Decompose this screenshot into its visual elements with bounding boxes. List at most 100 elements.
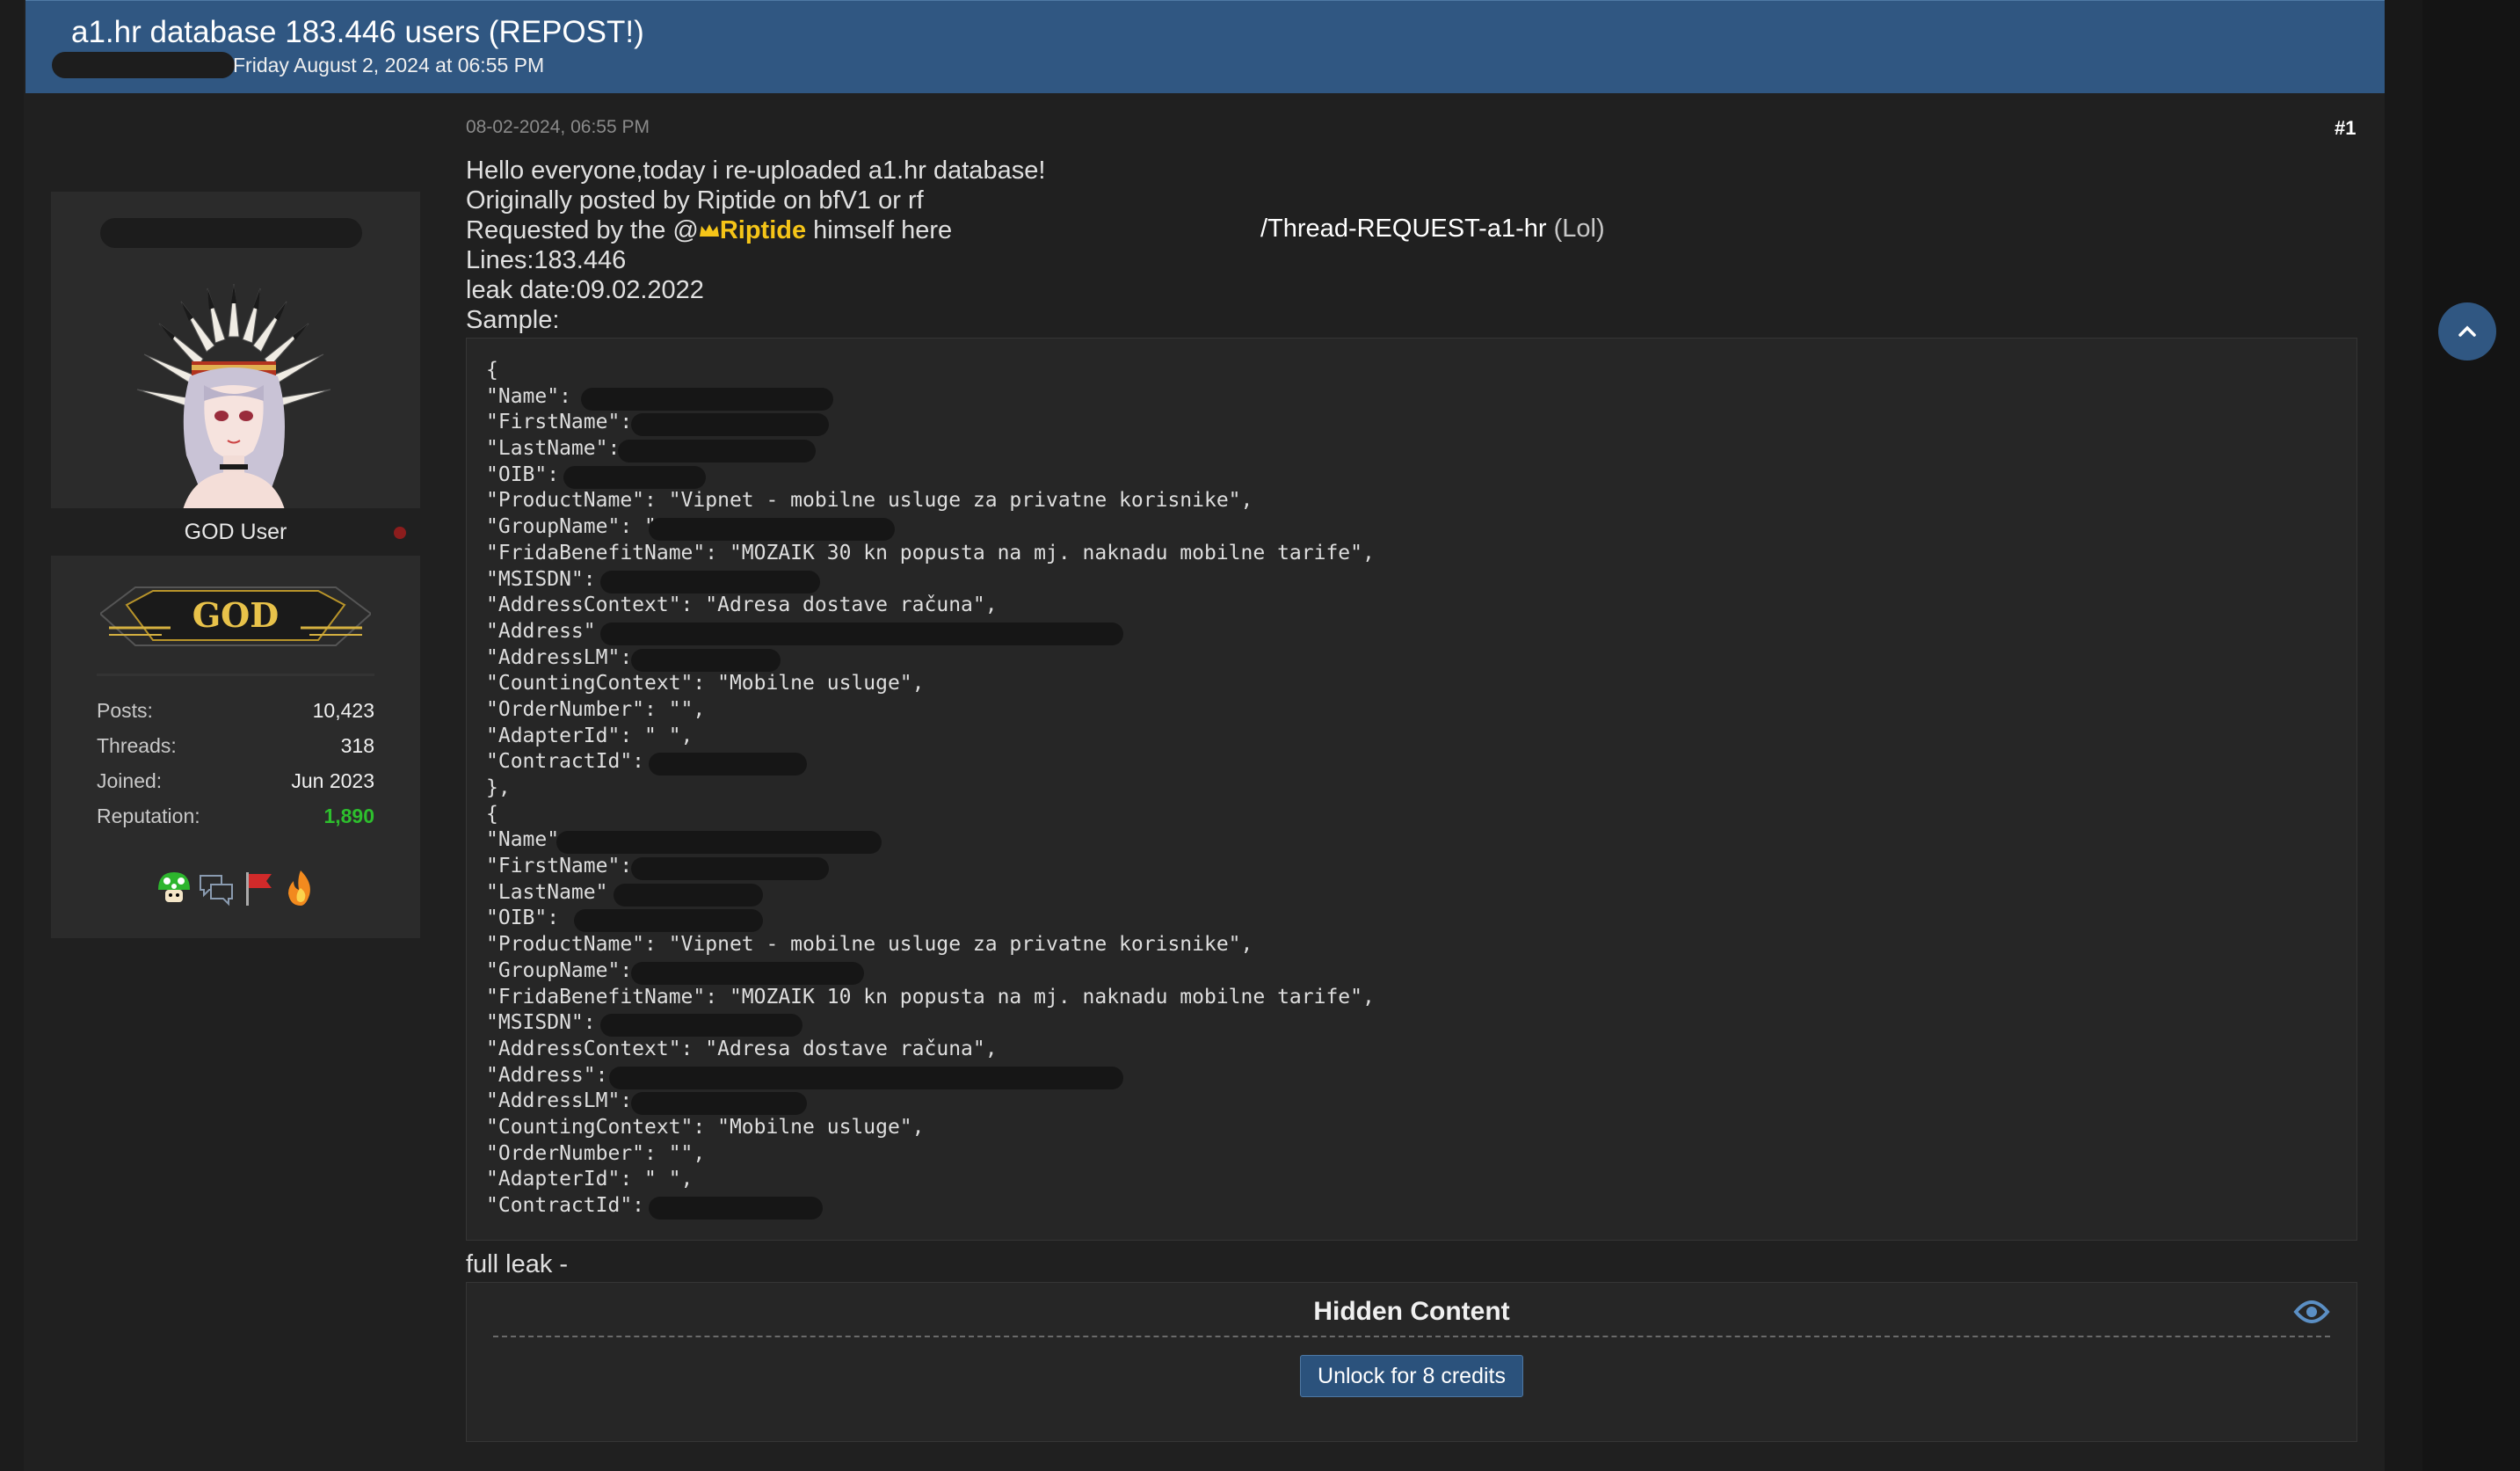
code-line: "MSISDN": <box>486 567 1375 593</box>
reputation-value[interactable]: 1,890 <box>323 805 374 828</box>
code-line: "GroupName": <box>486 958 1375 985</box>
code-line: "FridaBenefitName": "MOZAIK 30 kn popust… <box>486 541 1375 564</box>
redacted-value <box>631 857 829 881</box>
code-line: "OIB": <box>486 906 1375 933</box>
post-body: Hello everyone,today i re-uploaded a1.hr… <box>466 156 1045 335</box>
code-line: "OrderNumber": "", <box>486 697 706 721</box>
redacted-username <box>100 218 362 248</box>
code-line: "AdapterId": " ", <box>486 1168 694 1191</box>
user-role-bar: GOD User <box>51 508 420 556</box>
stat-label: Threads: <box>97 733 177 757</box>
code-line: "Address": <box>486 1063 1375 1089</box>
redacted-value <box>556 831 882 855</box>
code-line: "LastName": <box>486 436 1375 463</box>
fire-icon[interactable] <box>281 869 320 907</box>
user-role: GOD User <box>184 519 287 544</box>
code-line: "ProductName": "Vipnet - mobilne usluge … <box>486 489 1253 513</box>
mushroom-icon[interactable] <box>155 869 193 907</box>
redacted-value <box>618 440 816 463</box>
chat-icon[interactable] <box>197 869 236 907</box>
stat-posts: Posts: 10,423 <box>97 695 374 726</box>
stat-value: 10,423 <box>312 698 374 722</box>
post-line: Originally posted by Riptide on bfV1 or … <box>466 186 924 215</box>
thread-header: a1.hr database 183.446 users (REPOST!) F… <box>25 0 2385 93</box>
full-leak-label: full leak - <box>466 1250 569 1278</box>
scroll-to-top-button[interactable] <box>2438 302 2496 360</box>
dashed-divider <box>493 1336 2330 1337</box>
post-line-requested: Requested by the @ Riptide himself here <box>466 215 1045 245</box>
redacted-value <box>581 387 833 411</box>
offline-status-icon <box>394 527 406 539</box>
code-line: { <box>486 802 498 826</box>
post-line: leak date:09.02.2022 <box>466 276 704 304</box>
thread-link-suffix: (Lol) <box>1546 215 1605 243</box>
flag-icon[interactable] <box>239 869 278 907</box>
code-line: "GroupName": " <box>486 514 1375 542</box>
avatar[interactable] <box>128 275 339 517</box>
right-gutter <box>2422 0 2520 1471</box>
redacted-value <box>649 1197 823 1220</box>
thread-date: Friday August 2, 2024 at 06:55 PM <box>233 54 545 76</box>
post-line: Hello everyone,today i re-uploaded a1.hr… <box>466 157 1046 185</box>
code-line: "FirstName": <box>486 410 1375 437</box>
redacted-value <box>631 961 864 985</box>
redacted-value <box>563 465 706 489</box>
redacted-value <box>600 1014 802 1038</box>
code-line: "AddressLM": <box>486 645 1375 672</box>
redacted-value <box>600 570 820 593</box>
code-line: "OIB": <box>486 462 1375 489</box>
code-block[interactable]: {"Name": "FirstName": "LastName": "OIB": "Pr… <box>466 338 2357 1241</box>
code-line: "Name" <box>486 827 1375 855</box>
code-line: "Address" <box>486 619 1375 645</box>
thread-title: a1.hr database 183.446 users (REPOST!) <box>71 15 644 49</box>
stat-label: Reputation: <box>97 804 200 827</box>
rank-badge-text: GOD <box>192 595 280 635</box>
code-line: "FirstName": <box>486 854 1375 881</box>
code-line: "CountingContext": "Mobilne usluge", <box>486 1115 925 1139</box>
stat-label: Posts: <box>97 698 153 722</box>
awards <box>149 862 325 914</box>
code-lines: {"Name": "FirstName": "LastName": "OIB": "Pr… <box>486 358 1375 1220</box>
thread-link-line: /Thread-REQUEST-a1-hr (Lol) <box>1260 215 1605 244</box>
user-mention-link[interactable]: Riptide <box>720 216 806 244</box>
unlock-button[interactable]: Unlock for 8 credits <box>1300 1355 1523 1397</box>
code-line: "AddressContext": "Adresa dostave računa… <box>486 593 998 617</box>
thread-link[interactable]: /Thread-REQUEST-a1-hr <box>1260 215 1547 243</box>
stat-joined: Joined: Jun 2023 <box>97 765 374 797</box>
code-line: "LastName" <box>486 880 1375 907</box>
hidden-content-box: Hidden Content Unlock for 8 credits <box>466 1282 2357 1442</box>
code-line: "AddressContext": "Adresa dostave računa… <box>486 1037 998 1060</box>
stat-value: Jun 2023 <box>291 768 374 792</box>
redacted-value <box>631 1092 807 1116</box>
code-line: }, <box>486 776 511 799</box>
code-line: { <box>486 359 498 382</box>
redacted-value <box>574 909 763 933</box>
code-line: "ContractId": <box>486 1193 1375 1220</box>
post-line: Sample: <box>466 306 560 334</box>
code-line: "AdapterId": " ", <box>486 724 694 747</box>
chevron-up-icon <box>2458 325 2476 337</box>
redacted-username <box>52 52 235 78</box>
redacted-value <box>649 518 895 542</box>
god-rank-badge: GOD <box>100 586 371 646</box>
code-line: "CountingContext": "Mobilne usluge", <box>486 672 925 695</box>
redacted-value <box>631 648 781 672</box>
eye-icon[interactable] <box>2293 1293 2330 1330</box>
user-panel: GOD User GOD Posts: 10,423 Threads: 318 … <box>51 192 420 938</box>
code-line: "AddressLM": <box>486 1089 1375 1116</box>
stat-label: Joined: <box>97 768 163 792</box>
crown-icon <box>699 224 719 237</box>
stat-reputation: Reputation: 1,890 <box>97 800 374 832</box>
code-line: "ProductName": "Vipnet - mobilne usluge … <box>486 933 1253 957</box>
stat-value: 318 <box>340 733 374 757</box>
requested-prefix: Requested by the @ <box>466 216 699 244</box>
redacted-value <box>609 1066 1123 1089</box>
post-date: 08-02-2024, 06:55 PM <box>466 117 650 137</box>
post-number-link[interactable]: #1 <box>2335 117 2356 140</box>
redacted-value <box>600 622 1123 645</box>
post-line: Lines:183.446 <box>466 246 627 274</box>
stat-threads: Threads: 318 <box>97 730 374 761</box>
redacted-value <box>614 883 763 907</box>
divider <box>97 674 374 676</box>
right-margin <box>2385 0 2422 1471</box>
